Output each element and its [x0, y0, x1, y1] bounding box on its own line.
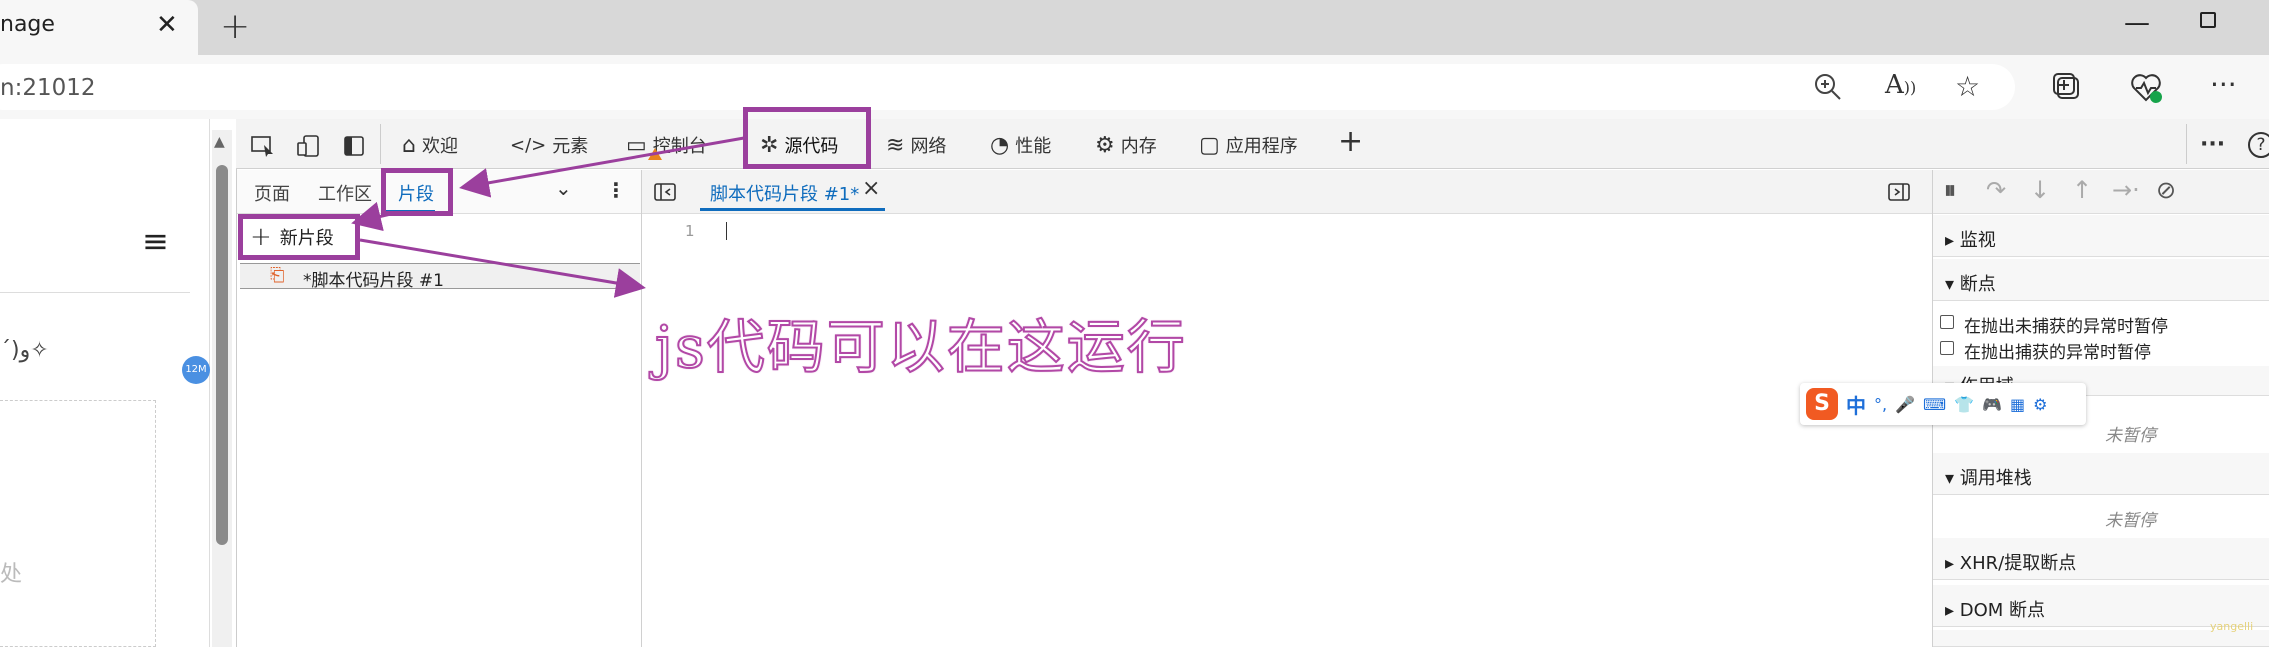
- arrow: [459, 136, 745, 198]
- annotation-arrows: [351, 136, 745, 298]
- arrow: [351, 201, 396, 232]
- arrow: [359, 238, 646, 298]
- watermark: yangelli: [2210, 620, 2254, 633]
